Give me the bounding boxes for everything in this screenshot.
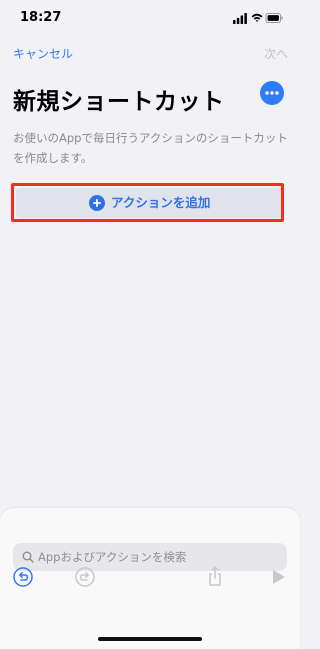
next-button[interactable]: 次へ — [264, 45, 288, 62]
play-icon — [273, 570, 285, 584]
share-icon — [209, 566, 221, 586]
run-button[interactable] — [267, 566, 289, 588]
search-icon — [22, 551, 34, 563]
search-placeholder: Appおよびアクションを検索 — [38, 550, 187, 564]
page-title: 新規ショートカット — [13, 89, 225, 115]
redo-button[interactable] — [74, 566, 96, 588]
status-time: 18:27 — [20, 10, 62, 25]
wifi-icon — [251, 13, 263, 22]
cellular-signal-icon — [233, 13, 247, 24]
action-search-panel: Appおよびアクションを検索 — [0, 508, 300, 649]
more-options-button[interactable] — [260, 81, 284, 105]
highlight-frame — [11, 183, 284, 222]
redo-icon — [75, 567, 95, 587]
navigation-bar: キャンセル 次へ — [0, 40, 300, 68]
undo-icon — [13, 567, 33, 587]
battery-icon — [265, 13, 283, 23]
status-bar: 18:27 — [0, 0, 300, 40]
search-input[interactable]: Appおよびアクションを検索 — [13, 543, 287, 571]
undo-button[interactable] — [12, 566, 34, 588]
ellipsis-icon — [265, 91, 279, 95]
share-button[interactable] — [204, 565, 226, 587]
cancel-button[interactable]: キャンセル — [13, 45, 73, 62]
home-indicator — [98, 637, 202, 641]
status-icons — [233, 13, 283, 24]
shortcut-description: お使いのAppで毎日行うアクションのショートカットを作成します。 — [13, 131, 288, 165]
